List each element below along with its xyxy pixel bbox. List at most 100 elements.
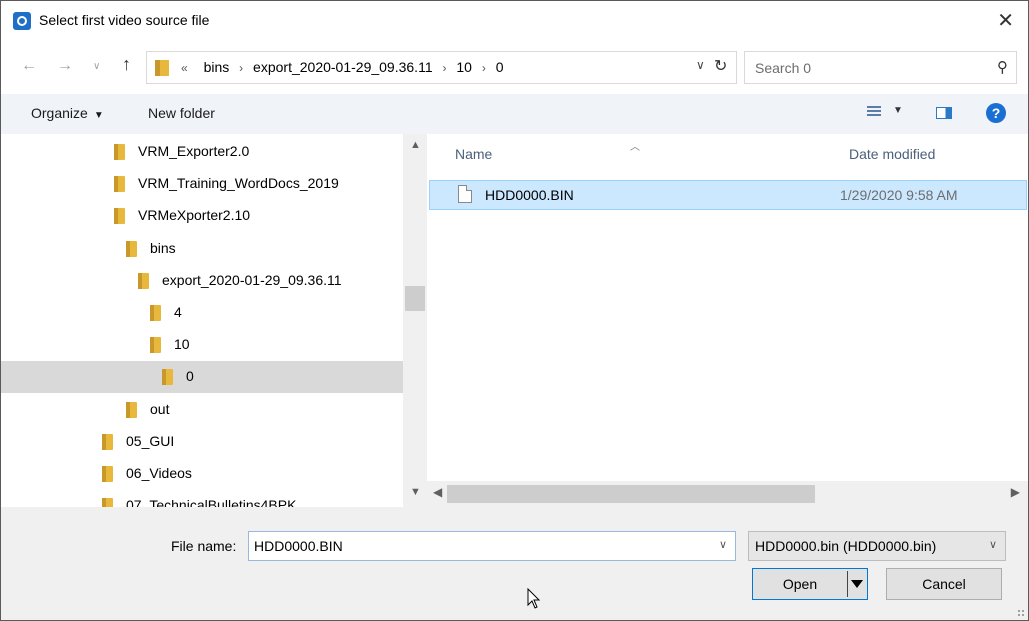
column-header-date-modified[interactable]: Date modified xyxy=(849,146,935,162)
file-name: HDD0000.BIN xyxy=(485,187,574,203)
change-view-icon[interactable] xyxy=(867,104,881,118)
open-button-label[interactable]: Open xyxy=(753,569,847,599)
file-type-value: HDD0000.bin (HDD0000.bin) xyxy=(755,538,937,554)
chevron-right-icon[interactable]: › xyxy=(443,61,447,75)
breadcrumb-0[interactable]: 0 xyxy=(496,59,504,75)
file-name-value: HDD0000.BIN xyxy=(254,538,343,554)
nav-tree-label: 05_GUI xyxy=(126,432,175,449)
chevron-down-icon[interactable]: ∨ xyxy=(989,538,997,551)
nav-tree-label: out xyxy=(150,400,170,417)
nav-tree-label: VRM_Exporter2.0 xyxy=(138,143,250,159)
resize-grip-icon[interactable] xyxy=(1017,609,1025,617)
breadcrumb-overflow[interactable]: « xyxy=(181,61,188,75)
column-header-name[interactable]: Name xyxy=(455,146,492,162)
nav-tree-label: VRMeXporter2.10 xyxy=(138,207,251,224)
file-horizontal-scrollbar[interactable]: ◀ ▶ xyxy=(427,481,1028,507)
search-input[interactable]: Search 0 ⚲ xyxy=(744,51,1017,84)
new-folder-button[interactable]: New folder xyxy=(148,105,215,121)
nav-tree-label: 0 xyxy=(186,368,194,385)
nav-tree-label: VRM_Training_WordDocs_2019 xyxy=(138,175,339,192)
folder-icon xyxy=(162,369,173,386)
folder-icon xyxy=(126,401,137,418)
address-history-dropdown-icon[interactable]: ∨ xyxy=(696,58,705,72)
nav-tree-item[interactable]: VRM_Training_WordDocs_2019 xyxy=(1,168,403,200)
folder-icon xyxy=(114,208,125,225)
scroll-thumb[interactable] xyxy=(447,485,815,503)
folder-icon xyxy=(138,272,149,289)
navigation-pane: VRM_Exporter2.0 VRM_Training_WordDocs_201… xyxy=(1,134,427,507)
folder-icon xyxy=(155,60,169,76)
open-button[interactable]: Open xyxy=(752,568,868,600)
folder-icon xyxy=(150,337,161,354)
nav-tree-label: 06_Videos xyxy=(126,465,192,481)
file-row[interactable]: HDD0000.BIN 1/29/2020 9:58 AM xyxy=(429,180,1027,210)
scroll-left-icon[interactable]: ◀ xyxy=(433,485,442,499)
nav-tree-item[interactable]: 06_Videos xyxy=(1,458,403,490)
folder-icon xyxy=(126,240,137,257)
chevron-right-icon[interactable]: › xyxy=(482,61,486,75)
recent-locations-dropdown-icon[interactable]: ∨ xyxy=(93,61,100,72)
scroll-down-icon[interactable]: ▼ xyxy=(410,486,421,498)
search-placeholder: Search 0 xyxy=(755,60,812,76)
breadcrumb-bins[interactable]: bins xyxy=(204,59,230,75)
chevron-right-icon[interactable]: › xyxy=(239,61,243,75)
nav-tree-label: bins xyxy=(150,239,176,256)
nav-tree-label: export_2020-01-29_09.36.11 xyxy=(162,271,342,288)
mouse-cursor-icon xyxy=(527,588,541,609)
open-options-dropdown-icon[interactable] xyxy=(847,571,865,597)
dialog-title: Select first video source file xyxy=(39,12,210,28)
scroll-thumb[interactable] xyxy=(405,286,425,311)
back-arrow-icon[interactable]: ← xyxy=(21,57,37,75)
folder-icon xyxy=(114,144,125,160)
address-bar[interactable]: « bins › export_2020-01-29_09.36.11 › 10… xyxy=(146,51,737,84)
folder-icon xyxy=(102,433,113,450)
nav-tree-item[interactable]: export_2020-01-29_09.36.11 xyxy=(1,265,403,297)
chevron-down-icon[interactable]: ∨ xyxy=(719,538,727,551)
search-icon[interactable]: ⚲ xyxy=(997,58,1008,76)
command-bar: Organize ▼ New folder ▼ ? xyxy=(1,94,1028,134)
scroll-up-icon[interactable]: ▲ xyxy=(410,139,421,151)
nav-tree-item[interactable]: VRMeXporter2.10 xyxy=(1,200,403,232)
refresh-icon[interactable]: ↻ xyxy=(714,56,727,76)
folder-icon xyxy=(102,466,113,482)
preview-pane-icon[interactable] xyxy=(936,107,952,119)
breadcrumb-export[interactable]: export_2020-01-29_09.36.11 xyxy=(253,59,433,75)
dialog-footer: File name: HDD0000.BIN ∨ HDD0000.bin (HD… xyxy=(1,507,1028,620)
nav-vertical-scrollbar[interactable]: ▲ ▼ xyxy=(403,134,427,507)
nav-tree-item[interactable]: bins xyxy=(1,233,403,265)
help-icon[interactable]: ? xyxy=(986,103,1006,123)
folder-icon xyxy=(114,176,125,193)
nav-tree-label: 4 xyxy=(174,304,182,320)
nav-tree-item[interactable]: 05_GUI xyxy=(1,426,403,458)
file-icon xyxy=(458,185,472,203)
file-name-field[interactable]: HDD0000.BIN ∨ xyxy=(248,531,736,561)
folder-icon xyxy=(102,498,113,507)
app-icon xyxy=(13,12,31,30)
nav-tree-item[interactable]: 4 xyxy=(1,297,403,329)
nav-tree-label: 07_TechnicalBulletins4BPK xyxy=(126,497,297,507)
nav-tree-label: 10 xyxy=(174,336,190,353)
nav-tree-item[interactable]: VRM_Exporter2.0 xyxy=(1,136,403,168)
cancel-button[interactable]: Cancel xyxy=(886,568,1002,600)
file-open-dialog: Select first video source file ✕ ← → ∨ ↑… xyxy=(0,0,1029,621)
file-date-modified: 1/29/2020 9:58 AM xyxy=(840,187,958,203)
sort-ascending-icon: ︿ xyxy=(630,142,640,153)
folder-icon xyxy=(150,305,161,321)
nav-tree-item[interactable]: 10 xyxy=(1,329,403,361)
title-bar: Select first video source file ✕ xyxy=(1,1,1028,41)
file-type-select[interactable]: HDD0000.bin (HDD0000.bin) ∨ xyxy=(748,531,1006,561)
file-name-label: File name: xyxy=(171,538,237,554)
organize-button[interactable]: Organize ▼ xyxy=(31,105,104,121)
breadcrumb: « bins › export_2020-01-29_09.36.11 › 10… xyxy=(181,59,504,75)
organize-label: Organize xyxy=(31,105,88,121)
caret-down-icon: ▼ xyxy=(93,110,104,121)
close-icon[interactable]: ✕ xyxy=(997,8,1014,33)
nav-tree-item[interactable]: 07_TechnicalBulletins4BPK xyxy=(1,490,403,507)
breadcrumb-10[interactable]: 10 xyxy=(456,59,472,75)
view-dropdown-icon[interactable]: ▼ xyxy=(893,105,903,116)
forward-arrow-icon[interactable]: → xyxy=(57,57,73,75)
nav-tree-item[interactable]: out xyxy=(1,394,403,426)
nav-tree-item[interactable]: 0 xyxy=(1,361,403,394)
scroll-right-icon[interactable]: ▶ xyxy=(1011,485,1020,499)
up-arrow-icon[interactable]: ↑ xyxy=(122,54,131,75)
